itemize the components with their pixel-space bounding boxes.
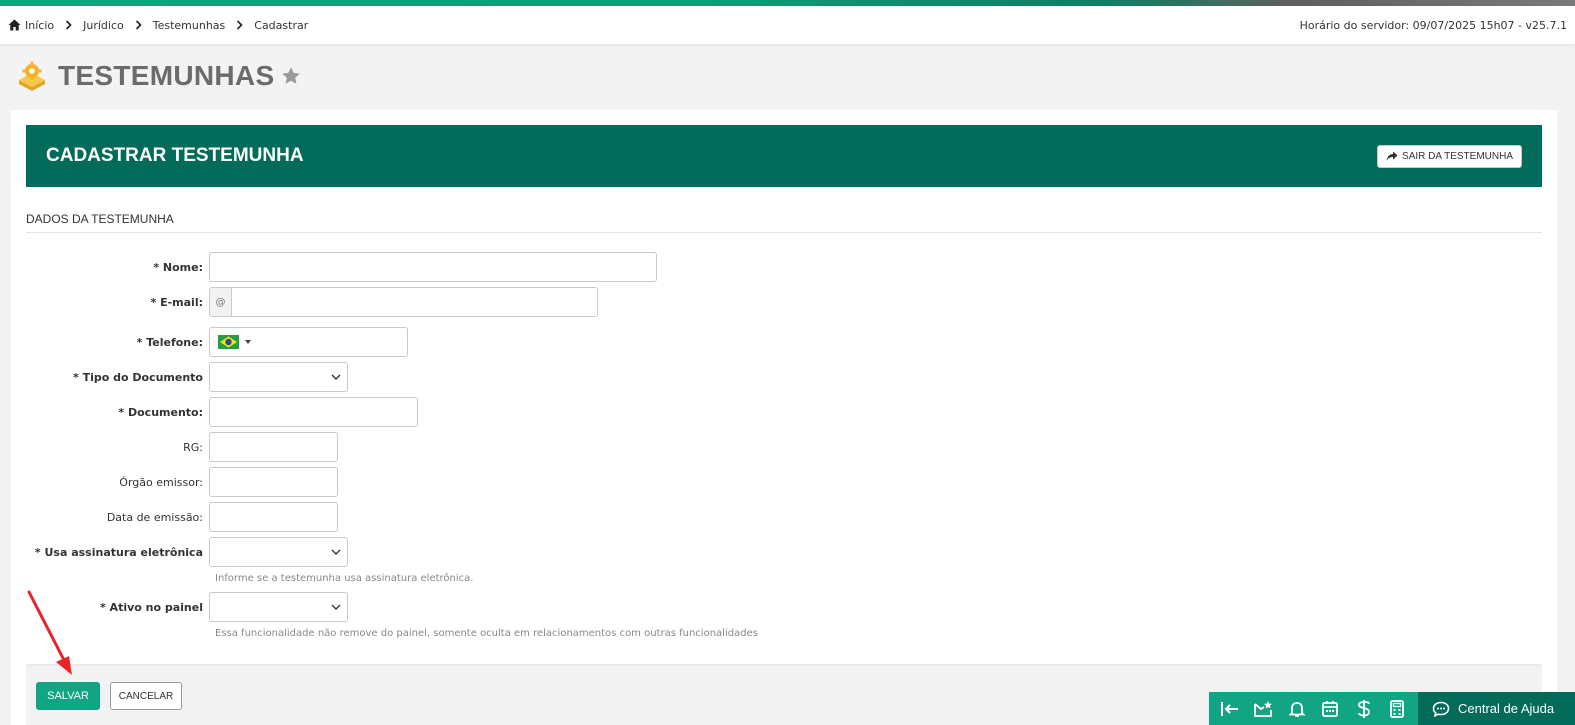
- breadcrumb-cadastrar: Cadastrar: [254, 18, 309, 32]
- star-icon[interactable]: [280, 65, 302, 87]
- dock-tools: [1209, 692, 1418, 725]
- field-nome-row: * Nome:: [11, 252, 657, 282]
- rg-label: RG:: [183, 440, 203, 454]
- section-title: DADOS DA TESTEMUNHA: [26, 212, 174, 226]
- field-telefone-row: * Telefone:: [11, 327, 408, 357]
- collapse-left-icon[interactable]: [1219, 698, 1241, 720]
- chevron-down-icon: [331, 548, 341, 556]
- save-button[interactable]: SALVAR: [36, 682, 100, 710]
- dollar-icon[interactable]: [1353, 698, 1375, 720]
- at-sign-addon: @: [209, 287, 231, 317]
- top-bar: Início Jurídico Testemunhas Cadastrar Ho…: [0, 6, 1575, 44]
- breadcrumb-home[interactable]: Início: [25, 19, 54, 32]
- ativo-help-text: Essa funcionalidade não remove do painel…: [215, 628, 758, 639]
- caret-down-icon[interactable]: [245, 340, 251, 344]
- chevron-down-icon: [331, 373, 341, 381]
- nome-input[interactable]: [209, 252, 657, 282]
- assinatura-help-text: Informe se a testemunha usa assinatura e…: [215, 573, 474, 584]
- data-emissao-input[interactable]: [209, 502, 338, 532]
- page-header: TESTEMUNHAS: [16, 56, 302, 96]
- home-icon: [8, 19, 21, 31]
- telefone-input[interactable]: [209, 327, 408, 357]
- help-center-button[interactable]: Central de Ajuda: [1418, 692, 1575, 725]
- section-divider: [26, 232, 1542, 233]
- nome-label: * Nome:: [153, 260, 203, 274]
- chevron-right-icon: [236, 20, 243, 30]
- share-arrow-icon: [1386, 151, 1398, 162]
- breadcrumb-juridico[interactable]: Jurídico: [83, 19, 124, 32]
- rg-input[interactable]: [209, 432, 338, 462]
- orgao-emissor-input[interactable]: [209, 467, 338, 497]
- documento-input[interactable]: [209, 397, 418, 427]
- gear-box-icon: [16, 60, 48, 92]
- server-time: Horário do servidor: 09/07/2025 15h07 - …: [1299, 18, 1567, 32]
- field-ativo-row: * Ativo no painel: [11, 592, 348, 622]
- card-title: CADASTRAR TESTEMUNHA: [46, 145, 304, 166]
- exit-witness-button[interactable]: SAIR DA TESTEMUNHA: [1377, 144, 1522, 168]
- chevron-right-icon: [65, 20, 72, 30]
- ativo-label: * Ativo no painel: [99, 600, 203, 614]
- brazil-flag-icon[interactable]: [218, 335, 239, 349]
- chevron-down-icon: [331, 603, 341, 611]
- data-emissao-label: Data de emissão:: [106, 510, 203, 524]
- field-documento-row: * Documento:: [11, 397, 418, 427]
- orgao-emissor-label: Órgão emissor:: [119, 475, 203, 489]
- field-data-emissao-row: Data de emissão:: [11, 502, 338, 532]
- field-tipo-documento-row: * Tipo do Documento: [11, 362, 348, 392]
- help-center-label: Central de Ajuda: [1458, 701, 1555, 716]
- favorite-message-icon[interactable]: [1252, 698, 1274, 720]
- tipo-documento-label: * Tipo do Documento: [73, 370, 203, 384]
- calculator-icon[interactable]: [1386, 698, 1408, 720]
- card-header: CADASTRAR TESTEMUNHA SAIR DA TESTEMUNHA: [26, 125, 1542, 187]
- breadcrumb: Início Jurídico Testemunhas Cadastrar: [8, 19, 308, 32]
- email-input[interactable]: [231, 287, 598, 317]
- telefone-label: * Telefone:: [136, 335, 203, 349]
- email-input-group: @: [209, 287, 598, 317]
- ativo-select[interactable]: [209, 592, 348, 622]
- assinatura-select[interactable]: [209, 537, 348, 567]
- email-label: * E-mail:: [150, 295, 204, 309]
- breadcrumb-testemunhas[interactable]: Testemunhas: [153, 19, 226, 32]
- page-title: TESTEMUNHAS: [58, 60, 275, 91]
- chat-bubble-icon: [1432, 701, 1450, 717]
- documento-label: * Documento:: [118, 405, 203, 419]
- field-assinatura-row: * Usa assinatura eletrônica: [11, 537, 348, 567]
- form-card: CADASTRAR TESTEMUNHA SAIR DA TESTEMUNHA …: [11, 110, 1557, 725]
- cancel-button[interactable]: CANCELAR: [110, 682, 182, 710]
- tipo-documento-select[interactable]: [209, 362, 348, 392]
- bell-icon[interactable]: [1286, 698, 1308, 720]
- field-rg-row: RG:: [11, 432, 338, 462]
- field-email-row: * E-mail: @: [11, 287, 598, 317]
- assinatura-label: * Usa assinatura eletrônica: [34, 545, 203, 559]
- calendar-icon[interactable]: [1319, 698, 1341, 720]
- chevron-right-icon: [135, 20, 142, 30]
- exit-witness-label: SAIR DA TESTEMUNHA: [1402, 150, 1513, 162]
- field-orgao-emissor-row: Órgão emissor:: [11, 467, 338, 497]
- bottom-dock: Central de Ajuda: [1209, 692, 1575, 725]
